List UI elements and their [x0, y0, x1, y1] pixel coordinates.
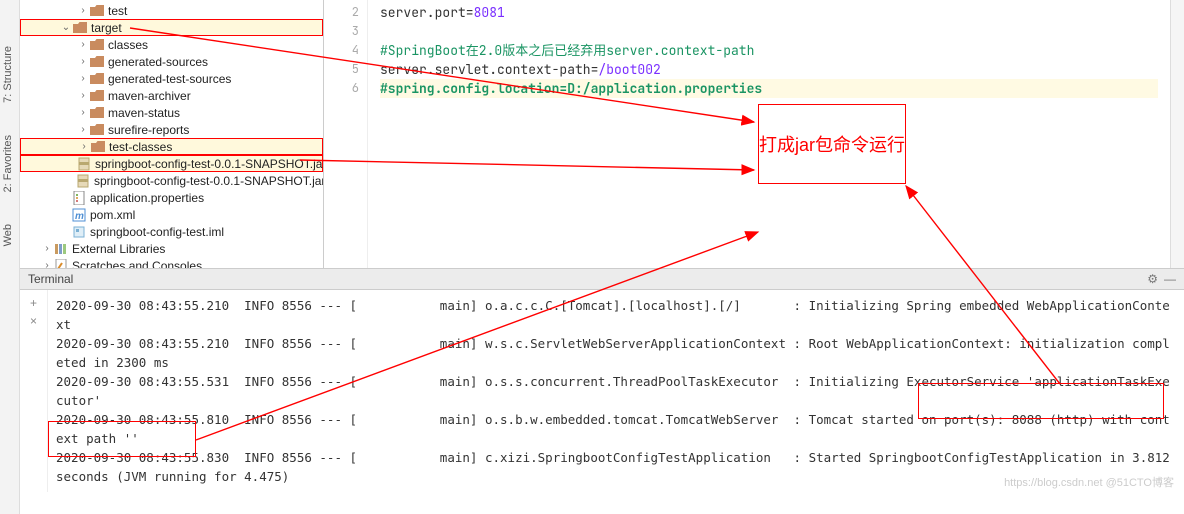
tab-web[interactable]: Web — [0, 218, 16, 252]
tree-item-label: External Libraries — [72, 242, 165, 256]
tree-item-label: pom.xml — [90, 208, 135, 222]
folder-icon — [90, 107, 104, 119]
tree-item[interactable]: › generated-test-sources — [20, 70, 323, 87]
tree-item[interactable]: › maven-status — [20, 104, 323, 121]
tree-item[interactable]: m pom.xml — [20, 206, 323, 223]
expand-arrow-icon[interactable]: › — [76, 56, 90, 67]
new-session-icon[interactable]: + — [20, 296, 47, 314]
folder-icon — [90, 124, 104, 136]
expand-arrow-icon[interactable]: › — [76, 124, 90, 135]
terminal-panel: + × 2020-09-30 08:43:55.210 INFO 8556 --… — [20, 290, 1184, 492]
tree-item[interactable]: › test-classes — [20, 138, 323, 155]
tree-item-label: generated-test-sources — [108, 72, 231, 86]
folder-icon — [73, 22, 87, 34]
tree-item[interactable]: › test — [20, 2, 323, 19]
jar-icon — [77, 157, 91, 171]
code-line[interactable] — [380, 22, 1158, 41]
tree-item-label: maven-archiver — [108, 89, 191, 103]
code-line[interactable]: #SpringBoot在2.0版本之后已经弃用server.context-pa… — [380, 41, 1158, 60]
folder-icon — [90, 5, 104, 17]
watermark: https://blog.csdn.net @51CTO博客 — [1004, 474, 1174, 490]
terminal-output[interactable]: 2020-09-30 08:43:55.210 INFO 8556 --- [ … — [48, 290, 1184, 492]
hide-icon[interactable]: — — [1164, 272, 1176, 286]
expand-arrow-icon[interactable]: ⌄ — [59, 22, 73, 33]
expand-arrow-icon[interactable]: › — [76, 107, 90, 118]
folder-icon — [90, 90, 104, 102]
tree-item-label: springboot-config-test-0.0.1-SNAPSHOT.ja… — [95, 157, 324, 171]
code-line[interactable]: #spring.config.location=D:/application.p… — [380, 79, 1158, 98]
tree-item[interactable]: ⌄ target — [20, 19, 323, 36]
expand-arrow-icon[interactable]: › — [76, 90, 90, 101]
tree-item-label: test — [108, 4, 127, 18]
code-line[interactable]: server.servlet.context-path=/boot002 — [380, 60, 1158, 79]
library-icon — [54, 242, 68, 256]
code-line[interactable]: server.port=8081 — [380, 3, 1158, 22]
tab-structure[interactable]: 7: Structure — [0, 40, 16, 109]
expand-arrow-icon[interactable]: › — [76, 39, 90, 50]
editor-gutter: 23456 — [324, 0, 368, 268]
properties-icon — [72, 191, 86, 205]
tree-item[interactable]: › maven-archiver — [20, 87, 323, 104]
folder-icon — [90, 56, 104, 68]
code-editor[interactable]: 23456 server.port=8081 #SpringBoot在2.0版本… — [324, 0, 1184, 268]
editor-scrollbar[interactable] — [1170, 0, 1184, 268]
tree-item[interactable]: › Scratches and Consoles — [20, 257, 323, 268]
project-tree[interactable]: ›test⌄target›classes›generated-sources›g… — [20, 0, 324, 268]
tree-item[interactable]: springboot-config-test-0.0.1-SNAPSHOT.ja… — [20, 155, 323, 172]
tree-item[interactable]: › classes — [20, 36, 323, 53]
scratch-icon — [54, 259, 68, 269]
terminal-toolbar: Terminal ⚙ — — [20, 268, 1184, 290]
tree-item-label: springboot-config-test-0.0.1-SNAPSHOT.ja… — [94, 174, 324, 188]
jar-icon — [76, 174, 90, 188]
tree-item[interactable]: springboot-config-test.iml — [20, 223, 323, 240]
expand-arrow-icon[interactable]: › — [40, 260, 54, 268]
folder-icon — [91, 141, 105, 153]
settings-icon[interactable]: ⚙ — [1147, 272, 1158, 286]
left-tool-tabs: 7: Structure 2: Favorites Web — [0, 0, 20, 514]
terminal-title: Terminal — [28, 272, 73, 286]
iml-icon — [72, 225, 86, 239]
folder-icon — [90, 73, 104, 85]
expand-arrow-icon[interactable]: › — [40, 243, 54, 254]
tree-item[interactable]: › External Libraries — [20, 240, 323, 257]
tree-item[interactable]: springboot-config-test-0.0.1-SNAPSHOT.ja… — [20, 172, 323, 189]
tree-item[interactable]: › surefire-reports — [20, 121, 323, 138]
maven-icon: m — [72, 208, 86, 222]
folder-icon — [90, 39, 104, 51]
tree-item-label: classes — [108, 38, 148, 52]
tree-item-label: generated-sources — [108, 55, 208, 69]
tree-item-label: target — [91, 21, 122, 35]
tab-favorites[interactable]: 2: Favorites — [0, 129, 16, 198]
terminal-gutter: + × — [20, 290, 48, 492]
editor-content[interactable]: server.port=8081 #SpringBoot在2.0版本之后已经弃用… — [368, 0, 1170, 268]
tree-item-label: springboot-config-test.iml — [90, 225, 224, 239]
close-session-icon[interactable]: × — [20, 314, 47, 332]
expand-arrow-icon[interactable]: › — [77, 141, 91, 152]
expand-arrow-icon[interactable]: › — [76, 5, 90, 16]
tree-item[interactable]: application.properties — [20, 189, 323, 206]
tree-item-label: test-classes — [109, 140, 172, 154]
svg-text:m: m — [75, 211, 84, 222]
tree-item-label: maven-status — [108, 106, 180, 120]
tree-item-label: surefire-reports — [108, 123, 189, 137]
tree-item[interactable]: › generated-sources — [20, 53, 323, 70]
tree-item-label: application.properties — [90, 191, 204, 205]
expand-arrow-icon[interactable]: › — [76, 73, 90, 84]
tree-item-label: Scratches and Consoles — [72, 259, 202, 269]
